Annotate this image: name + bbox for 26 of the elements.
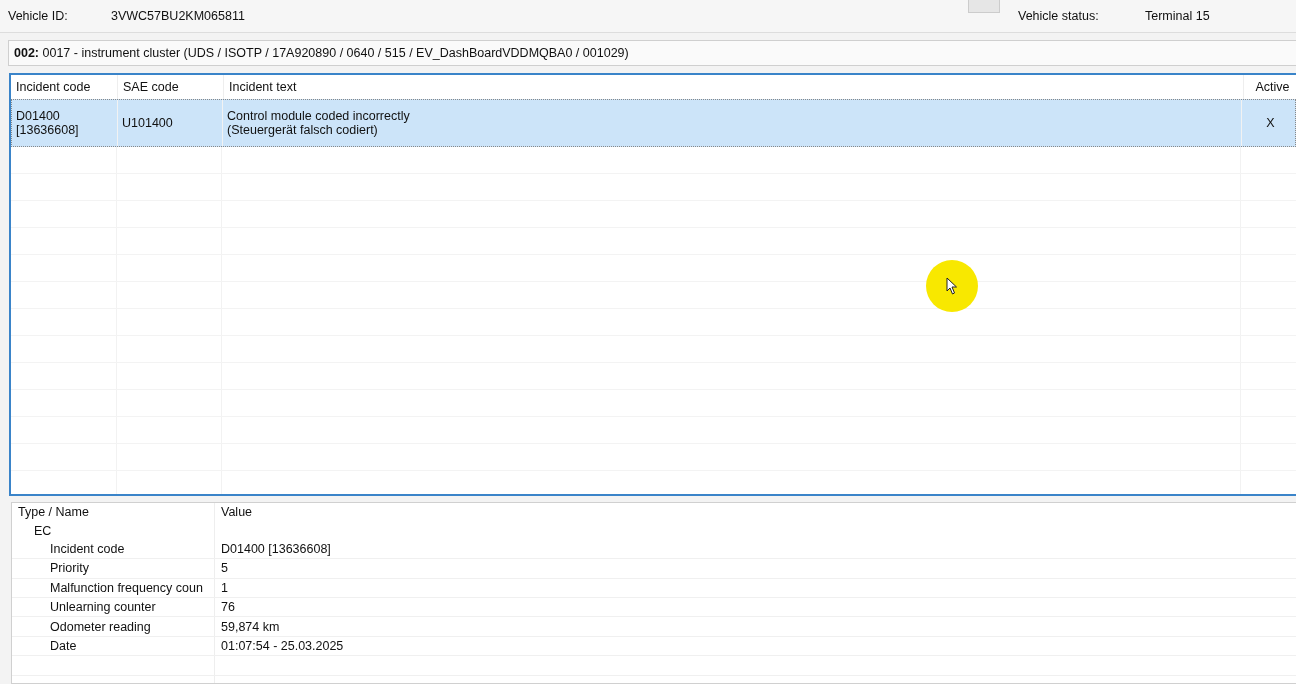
detail-value: 01:07:54 - 25.03.2025 [221, 638, 344, 653]
vehicle-id: 3VWC57BU2KM065811 [111, 9, 245, 23]
detail-value: 1 [221, 580, 228, 595]
detail-name: Odometer reading [49, 619, 151, 634]
detail-value: 59,874 km [221, 619, 280, 634]
tree-group-label[interactable]: EC [18, 523, 52, 538]
detail-value: 76 [221, 600, 235, 615]
module-title: 002: 0017 - instrument cluster (UDS / ISOTP / 17A920890 / 0640 / 515 / EV_DashBoardVDDMQBA0 / 001029) [14, 46, 629, 60]
detail-name: Date [49, 638, 77, 653]
column-header: Type / Name [18, 505, 89, 520]
active-cell: X [1266, 116, 1275, 130]
detail-name: Priority [49, 561, 89, 576]
detail-value: D01400 [13636608] [221, 541, 331, 556]
incident-text-cell: Control module coded incorrectly (Steuergerät falsch codiert) [227, 109, 410, 137]
column-header: Value [221, 505, 253, 520]
incident-code-cell: D01400 [13636608] [16, 109, 79, 137]
detail-name: Incident code [49, 541, 125, 556]
vehicle-status-label: Vehicle status: [1018, 9, 1100, 23]
detail-name: Unlearning counter [49, 600, 156, 615]
detail-value: 5 [221, 561, 228, 576]
column-header[interactable]: Active [1244, 75, 1296, 99]
vehicle-id-label: Vehicle ID: [8, 9, 69, 23]
sae-code-cell: U101400 [122, 116, 173, 130]
detail-name: Malfunction frequency coun [49, 580, 203, 595]
incident-row[interactable]: D01400 [13636608] U101400 Control module coded incorrectly (Steuergerät falsch codiert) X [11, 99, 1296, 147]
vehicle-status: Terminal 15 [1145, 9, 1211, 23]
